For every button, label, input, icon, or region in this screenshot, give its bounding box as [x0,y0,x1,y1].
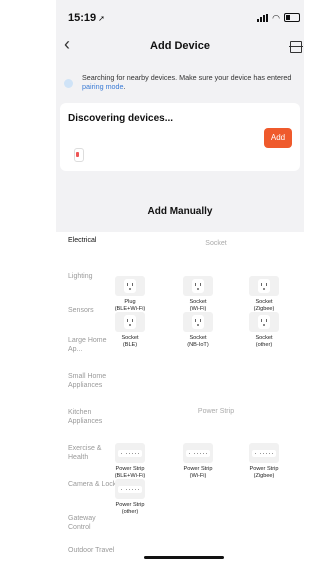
discovered-device-icon[interactable] [74,148,84,162]
socket-label: Socket (NB-IoT) [173,335,223,349]
socket-label: Plug (BLE+Wi-Fi) [105,299,155,313]
socket-tile[interactable] [183,276,213,296]
socket-tile[interactable] [183,312,213,332]
strip-name: Power Strip [249,466,279,472]
strip-protocol: (other) [121,509,139,515]
strip-tile[interactable] [115,443,145,463]
socket-name: Socket [189,299,207,305]
socket-name: Socket [255,299,273,305]
socket-name: Plug [124,299,136,305]
strip-label: Power Strip (BLE+Wi-Fi) [105,466,155,480]
discovering-title: Discovering devices... [68,113,174,124]
strip-name: Power Strip [183,466,213,472]
section-label: Power Strip [197,408,235,415]
socket-protocol: (NB-IoT) [187,342,209,348]
power-strip-icon [252,450,276,457]
socket-label: Socket (Zigbee) [239,299,289,313]
status-bar: 15:19 ➚ ◠ [56,0,304,36]
category-item[interactable]: Small Home Appliances [68,372,120,390]
socket-name: Socket [255,335,273,341]
scan-icon[interactable] [289,41,303,53]
bluetooth-icon [64,79,73,88]
power-strip-icon [186,450,210,457]
strip-label: Power Strip (other) [105,502,155,516]
strip-tile[interactable] [249,443,279,463]
home-indicator [144,556,224,559]
status-time: 15:19 ➚ [68,12,105,24]
socket-icon [192,279,204,293]
socket-icon [192,315,204,329]
strip-label: Power Strip (Wi-Fi) [173,466,223,480]
socket-label: Socket (BLE) [105,335,155,349]
strip-protocol: (Zigbee) [253,473,275,479]
discovering-card: Discovering devices... Add [60,103,300,171]
add-manually-title: Add Manually [147,206,213,217]
strip-label: Power Strip (Zigbee) [239,466,289,480]
socket-tile[interactable] [249,312,279,332]
socket-name: Socket [189,335,207,341]
strip-tile[interactable] [115,479,145,499]
battery-icon [284,13,300,22]
socket-icon [124,315,136,329]
add-button[interactable]: Add [264,128,292,148]
category-item[interactable]: Gateway Control [68,514,120,532]
section-label: Socket [205,240,227,247]
category-item[interactable]: Kitchen Appliances [68,408,120,426]
pairing-mode-link[interactable]: pairing mode [82,82,124,91]
category-item[interactable]: Exercise & Health [68,444,120,462]
socket-label: Socket (Wi-Fi) [173,299,223,313]
strip-name: Power Strip [115,466,145,472]
category-item[interactable]: Outdoor Travel [68,546,120,555]
location-arrow-icon: ➚ [98,14,105,23]
socket-protocol: (BLE) [122,342,138,348]
socket-tile[interactable] [115,312,145,332]
category-item[interactable]: Lighting [68,272,120,281]
phone-screen: 15:19 ➚ ◠ ‹ Add Device Searching for near… [56,0,304,563]
socket-label: Socket (other) [239,335,289,349]
searching-text-end: . [123,82,126,91]
category-item[interactable]: Camera & Lock [68,480,120,489]
socket-name: Socket [121,335,139,341]
strip-protocol: (Wi-Fi) [189,473,207,479]
category-item[interactable]: Electrical [68,236,120,245]
searching-banner: Searching for nearby devices. Make sure … [64,73,302,91]
strip-tile[interactable] [183,443,213,463]
nav-bar: ‹ Add Device [56,34,304,58]
page-title: Add Device [150,40,210,52]
socket-icon [258,315,270,329]
power-strip-icon [118,486,142,493]
socket-protocol: (other) [255,342,273,348]
socket-icon [258,279,270,293]
strip-name: Power Strip [115,502,145,508]
socket-tile[interactable] [115,276,145,296]
socket-tile[interactable] [249,276,279,296]
power-strip-icon [118,450,142,457]
socket-icon [124,279,136,293]
signal-icon [257,13,269,22]
searching-text: Searching for nearby devices. Make sure … [82,73,292,82]
wifi-icon: ◠ [272,12,280,23]
